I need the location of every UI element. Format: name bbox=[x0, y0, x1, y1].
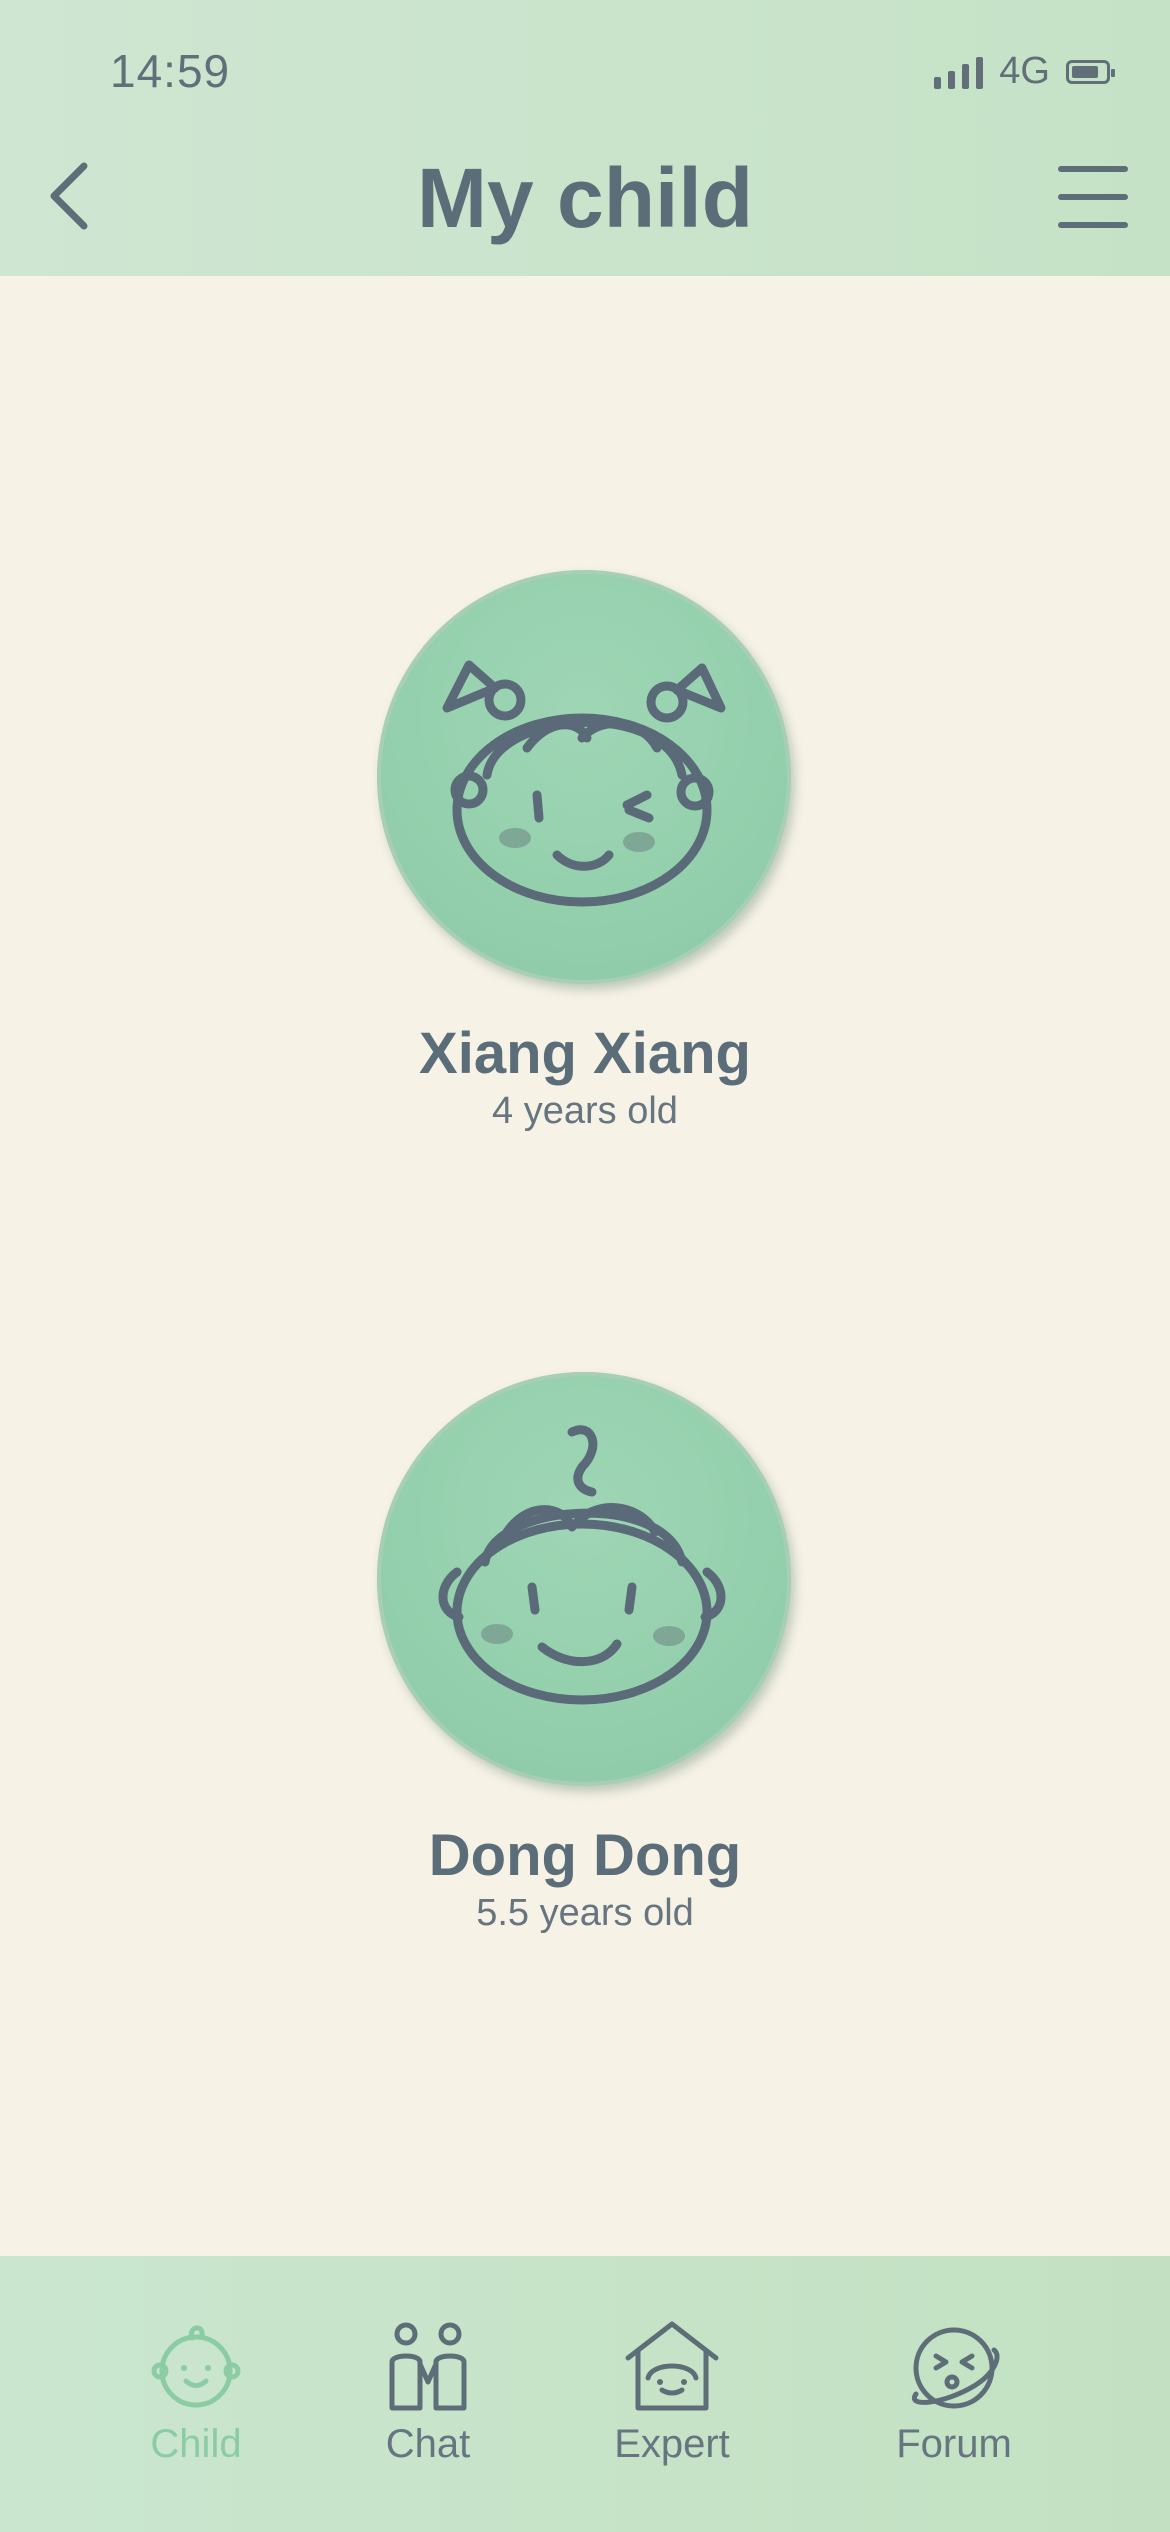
bottom-tab-bar: Child Chat Expert Forum bbox=[0, 2256, 1170, 2532]
network-type: 4G bbox=[999, 50, 1050, 92]
child-avatar[interactable] bbox=[377, 1372, 791, 1786]
child-age: 5.5 years old bbox=[476, 1892, 694, 1934]
battery-icon bbox=[1066, 59, 1115, 84]
status-indicators: 4G bbox=[934, 50, 1115, 93]
child-avatar[interactable] bbox=[377, 570, 791, 984]
child-age: 4 years old bbox=[492, 1090, 678, 1132]
signal-bars-icon bbox=[934, 55, 984, 89]
page-title: My child bbox=[416, 151, 754, 245]
tab-label: Forum bbox=[896, 2422, 1012, 2466]
status-time: 14:59 bbox=[110, 45, 231, 97]
menu-button[interactable] bbox=[1058, 166, 1128, 228]
tab-label: Chat bbox=[385, 2422, 471, 2466]
tab-child[interactable]: Child bbox=[86, 2256, 306, 2532]
tab-chat[interactable]: Chat bbox=[318, 2256, 538, 2532]
baby-face-icon bbox=[151, 2325, 241, 2408]
girl-face-icon bbox=[442, 660, 726, 907]
tab-label: Child bbox=[150, 2422, 242, 2466]
house-face-icon bbox=[625, 2321, 719, 2411]
planet-face-icon bbox=[911, 2327, 1000, 2409]
two-people-icon bbox=[389, 2322, 467, 2411]
child-name: Xiang Xiang bbox=[419, 1021, 751, 1086]
boy-face-icon bbox=[438, 1425, 726, 1705]
tab-forum[interactable]: Forum bbox=[844, 2256, 1064, 2532]
child-name: Dong Dong bbox=[428, 1823, 742, 1888]
app-header: 14:59 4G My child bbox=[0, 0, 1170, 276]
tab-expert[interactable]: Expert bbox=[562, 2256, 782, 2532]
tab-label: Expert bbox=[614, 2422, 730, 2466]
